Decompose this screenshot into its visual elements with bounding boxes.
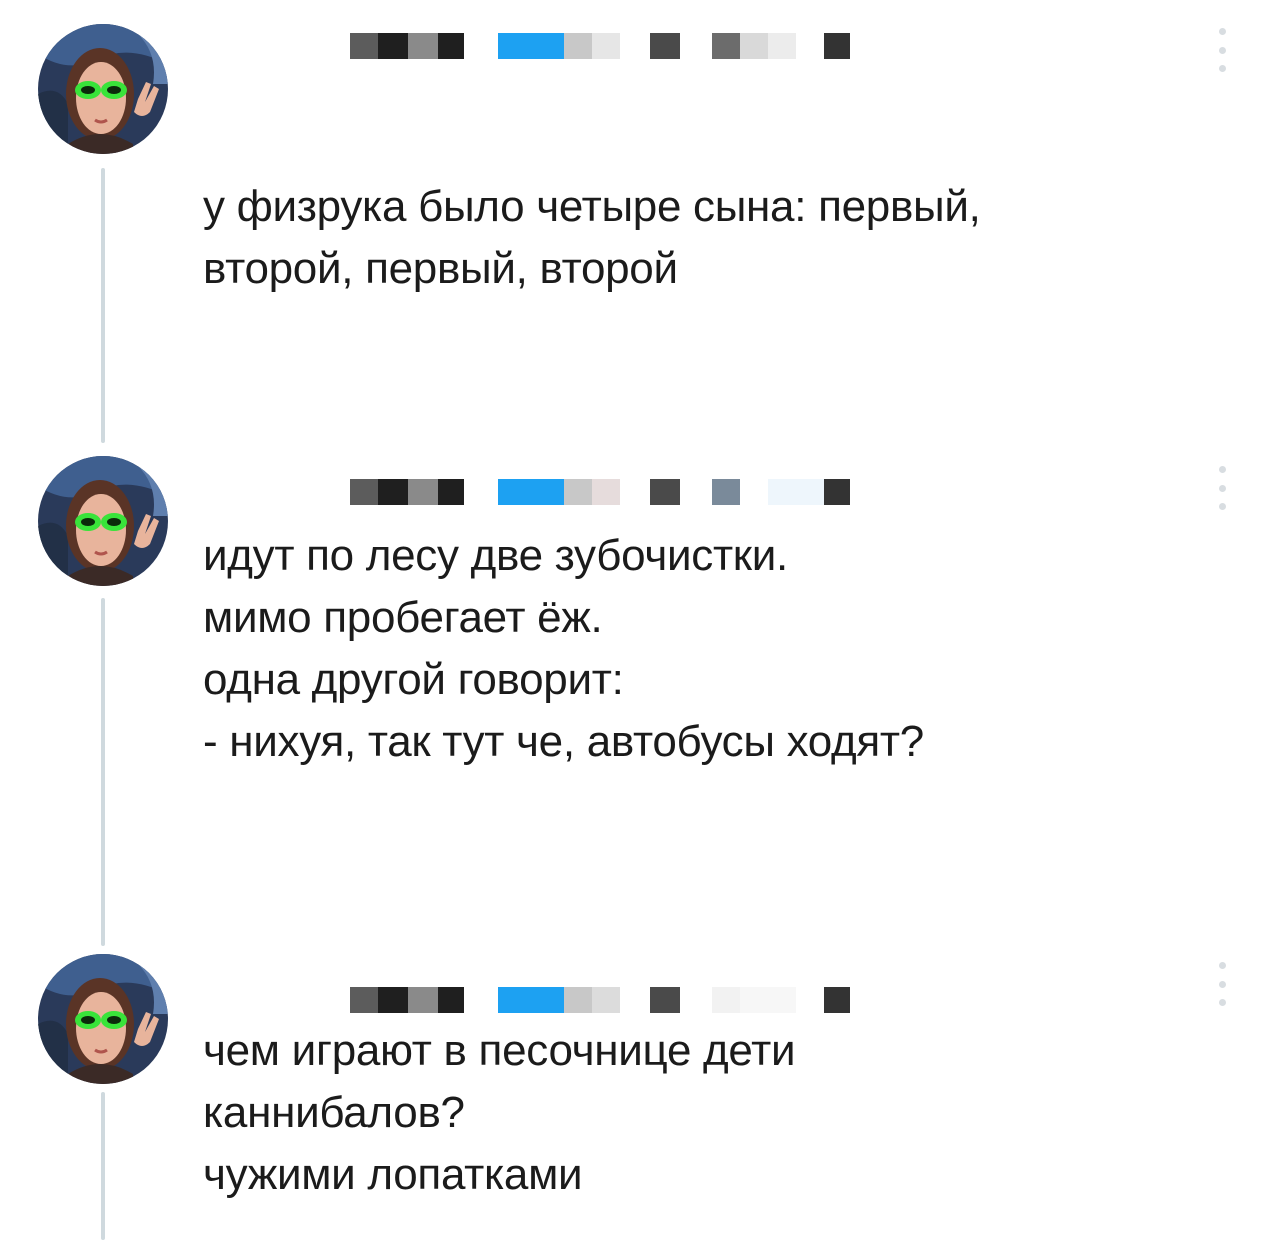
more-vertical-icon bbox=[1218, 980, 1226, 988]
redacted-handle bbox=[498, 33, 564, 59]
redacted-handle bbox=[498, 987, 564, 1013]
more-vertical-icon bbox=[1218, 466, 1226, 473]
avatar-image bbox=[38, 24, 168, 154]
more-vertical-icon bbox=[1218, 65, 1226, 72]
redacted-block bbox=[796, 479, 824, 505]
redacted-block bbox=[740, 479, 768, 505]
redacted-block bbox=[592, 479, 620, 505]
redacted-block bbox=[438, 33, 464, 59]
redacted-block bbox=[824, 33, 850, 59]
redacted-block bbox=[712, 987, 740, 1013]
post-author-header[interactable] bbox=[190, 472, 850, 512]
redacted-block bbox=[378, 479, 408, 505]
redacted-block bbox=[438, 479, 464, 505]
post-author-header[interactable] bbox=[190, 980, 850, 1020]
redacted-block bbox=[768, 987, 796, 1013]
redacted-block bbox=[650, 33, 680, 59]
redacted-block bbox=[408, 33, 438, 59]
redacted-author-name bbox=[190, 479, 350, 505]
thread-connector-line bbox=[101, 1092, 105, 1240]
redacted-block bbox=[680, 33, 712, 59]
more-options-button[interactable] bbox=[1212, 962, 1232, 1006]
redacted-block bbox=[464, 987, 498, 1013]
more-vertical-icon bbox=[1218, 28, 1226, 35]
avatar[interactable] bbox=[38, 954, 168, 1084]
redacted-block bbox=[464, 33, 498, 59]
redacted-block bbox=[438, 987, 464, 1013]
redacted-block bbox=[350, 33, 378, 59]
redacted-block bbox=[680, 479, 712, 505]
redacted-block bbox=[378, 33, 408, 59]
redacted-block bbox=[408, 479, 438, 505]
redacted-block bbox=[464, 479, 498, 505]
avatar[interactable] bbox=[38, 456, 168, 586]
redacted-block bbox=[564, 479, 592, 505]
more-options-button[interactable] bbox=[1212, 28, 1232, 72]
redacted-block bbox=[350, 987, 378, 1013]
redacted-handle bbox=[498, 479, 564, 505]
post-text: у физрука было четыре сына: первый, втор… bbox=[203, 182, 981, 293]
more-vertical-icon bbox=[1218, 484, 1226, 492]
redacted-block bbox=[592, 33, 620, 59]
more-vertical-icon bbox=[1218, 999, 1226, 1006]
more-options-button[interactable] bbox=[1212, 466, 1232, 510]
redacted-block bbox=[378, 987, 408, 1013]
redacted-block bbox=[796, 33, 824, 59]
post-author-header[interactable] bbox=[190, 26, 850, 66]
more-vertical-icon bbox=[1218, 46, 1226, 54]
avatar-image bbox=[38, 954, 168, 1084]
redacted-block bbox=[564, 33, 592, 59]
redacted-block bbox=[350, 479, 378, 505]
post-text: чем играют в песочнице дети каннибалов? … bbox=[203, 1026, 796, 1199]
more-vertical-icon bbox=[1218, 503, 1226, 510]
redacted-block bbox=[712, 33, 740, 59]
avatar-image bbox=[38, 456, 168, 586]
redacted-block bbox=[768, 479, 796, 505]
redacted-block bbox=[408, 987, 438, 1013]
redacted-block bbox=[650, 987, 680, 1013]
redacted-block bbox=[824, 479, 850, 505]
redacted-block bbox=[564, 987, 592, 1013]
redacted-block bbox=[620, 479, 650, 505]
redacted-author-name bbox=[190, 33, 350, 59]
redacted-block bbox=[768, 33, 796, 59]
more-vertical-icon bbox=[1218, 962, 1226, 969]
redacted-block bbox=[650, 479, 680, 505]
post-text: идут по лесу две зубочистки. мимо пробег… bbox=[203, 531, 924, 766]
thread-connector-line bbox=[101, 598, 105, 946]
redacted-block bbox=[680, 987, 712, 1013]
redacted-block bbox=[712, 479, 740, 505]
redacted-block bbox=[740, 33, 768, 59]
redacted-block bbox=[620, 987, 650, 1013]
avatar[interactable] bbox=[38, 24, 168, 154]
thread-connector-line bbox=[101, 168, 105, 443]
redacted-block bbox=[740, 987, 768, 1013]
redacted-block bbox=[796, 987, 824, 1013]
redacted-block bbox=[592, 987, 620, 1013]
redacted-block bbox=[620, 33, 650, 59]
redacted-block bbox=[824, 987, 850, 1013]
redacted-author-name bbox=[190, 987, 350, 1013]
